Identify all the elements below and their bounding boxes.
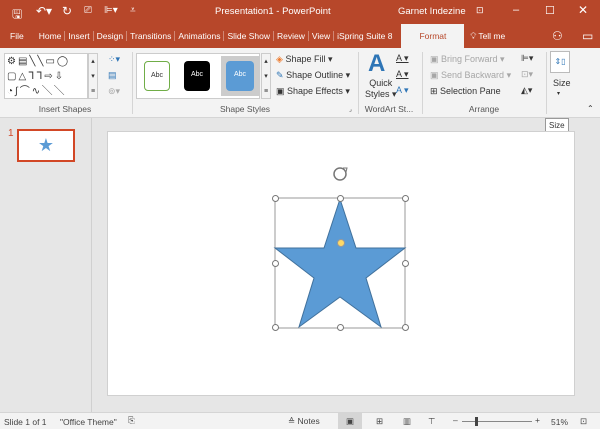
star-shape-layer [273, 167, 407, 329]
zoom-slider[interactable] [462, 421, 532, 422]
slide-indicator: Slide 1 of 1 [4, 417, 47, 427]
resize-handle-w[interactable] [272, 260, 279, 267]
theme-name: "Office Theme" [60, 417, 117, 427]
resize-handle-sw[interactable] [272, 324, 279, 331]
resize-handle-e[interactable] [402, 260, 409, 267]
star-shape[interactable] [273, 197, 407, 329]
rotate-handle[interactable] [333, 167, 348, 181]
reading-view-icon[interactable]: ▥ [403, 416, 411, 427]
resize-handle-s[interactable] [337, 324, 344, 331]
slide-sorter-icon[interactable]: ⊞ [376, 416, 383, 427]
status-bar: Slide 1 of 1 "Office Theme" ⎘ ≙ Notes ▣ … [0, 412, 600, 429]
adjustment-handle [337, 239, 345, 247]
resize-handle-se[interactable] [402, 324, 409, 331]
zoom-slider-thumb[interactable] [475, 417, 478, 426]
resize-handle-ne[interactable] [402, 195, 409, 202]
fit-to-window-icon[interactable]: ⊡ [580, 416, 587, 427]
resize-handle-n[interactable] [337, 195, 344, 202]
slideshow-icon[interactable]: ⊤ [428, 416, 435, 427]
notes-button[interactable]: ≙ Notes [288, 416, 320, 427]
normal-view-icon[interactable]: ▣ [338, 413, 362, 429]
resize-handle-nw[interactable] [272, 195, 279, 202]
spell-check-icon[interactable]: ⎘ [128, 415, 135, 426]
zoom-in-button[interactable]: + [535, 415, 540, 425]
zoom-level[interactable]: 51% [551, 417, 568, 427]
zoom-out-button[interactable]: – [453, 415, 458, 425]
